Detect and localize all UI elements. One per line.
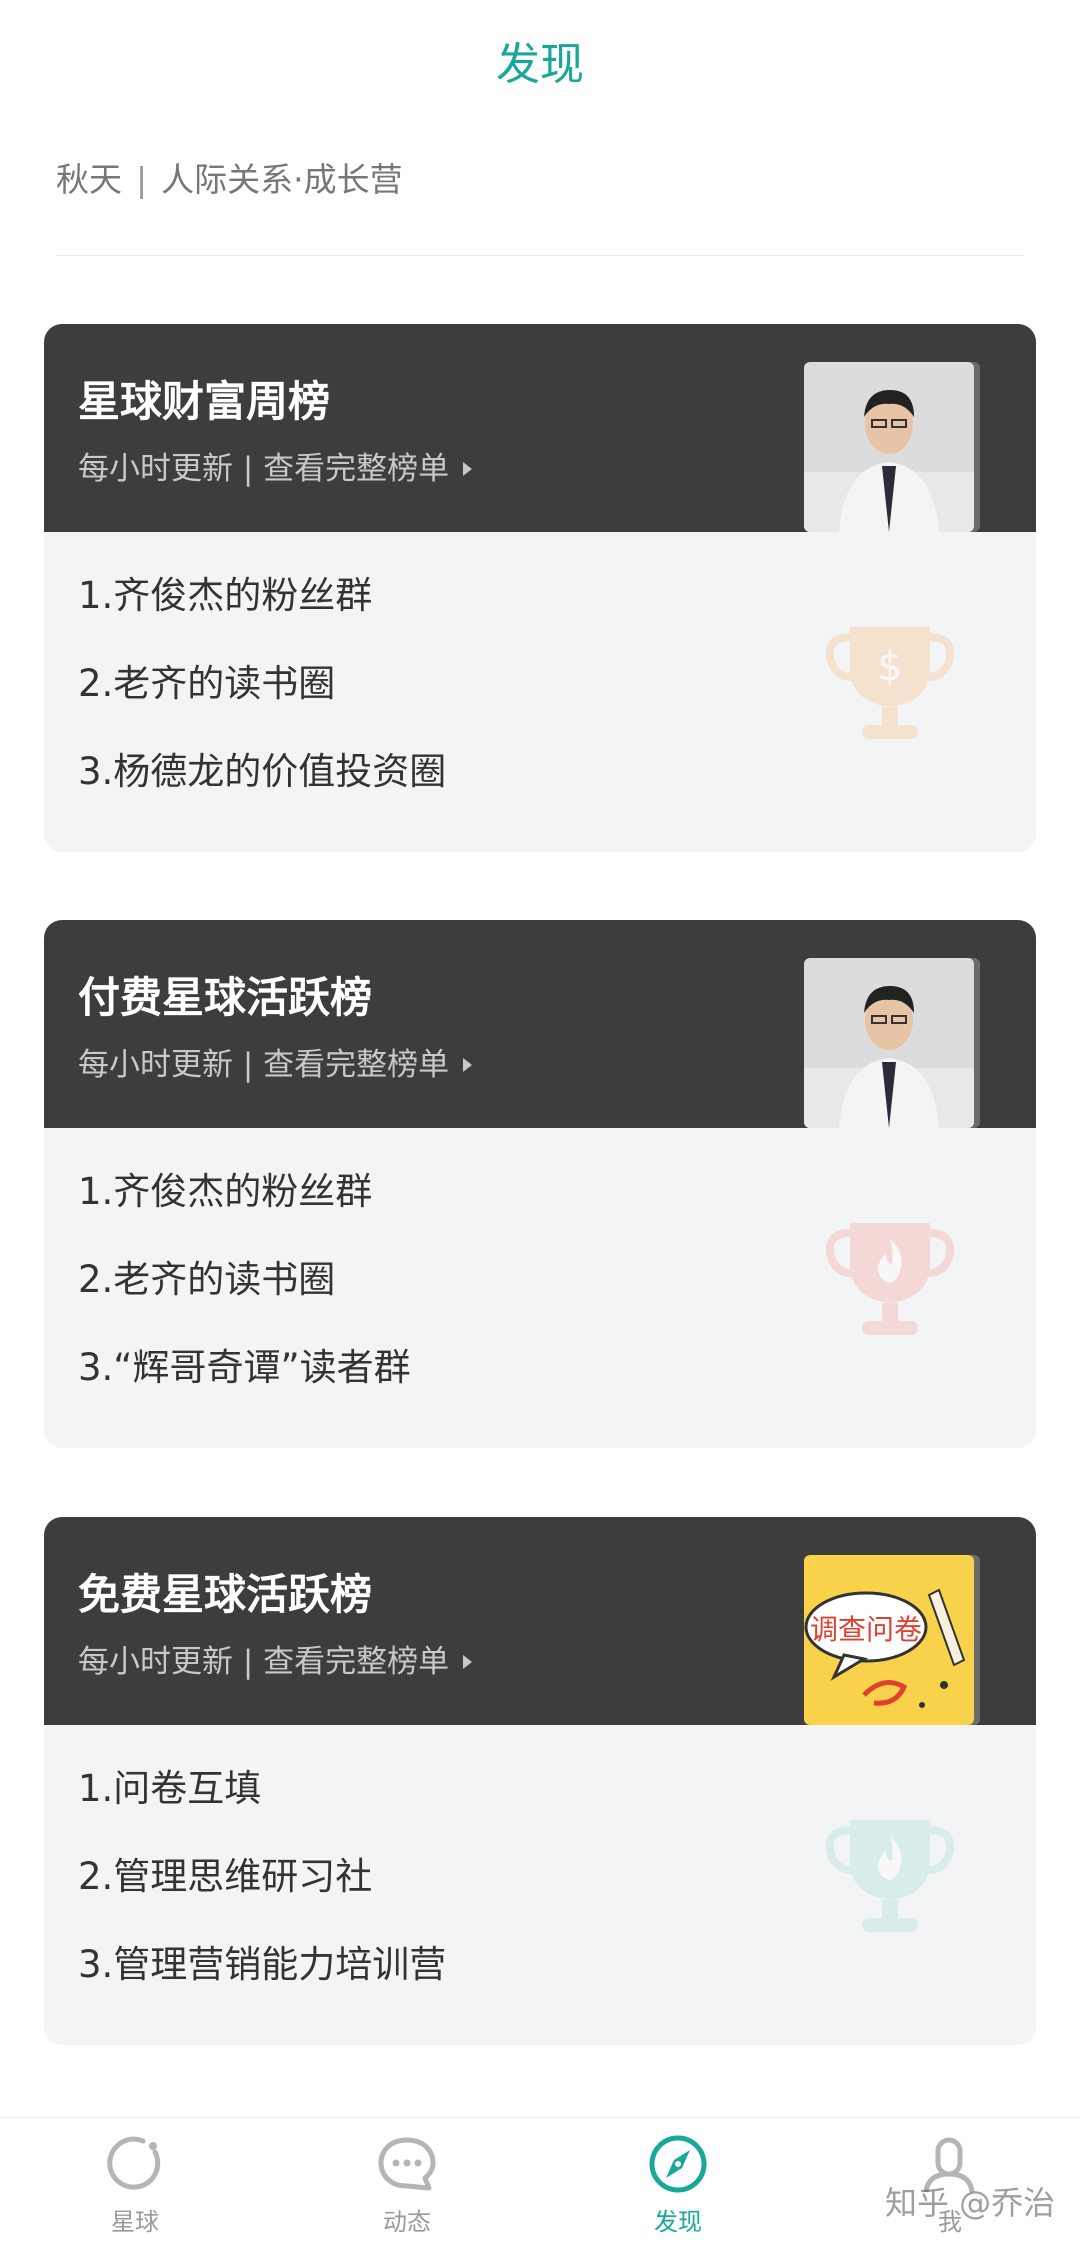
list-item[interactable]: 2.老齐的读书圈 (78, 640, 446, 728)
dollar-trophy-icon: $ (825, 627, 955, 739)
card-header[interactable]: 星球财富周榜 每小时更新 | 查看完整榜单 (44, 324, 1036, 532)
watermark: 知乎 @乔治 (885, 2184, 1056, 2222)
top-circle-avatar[interactable] (804, 958, 974, 1128)
caret-right-icon (463, 462, 473, 476)
view-full-list-link[interactable]: 每小时更新 | 查看完整榜单 (78, 446, 473, 492)
breadcrumb-separator: | (136, 160, 148, 199)
breadcrumb-circle[interactable]: 人际关系·成长营 (161, 160, 403, 199)
card-subtitle: 每小时更新 | 查看完整榜单 (78, 1047, 450, 1083)
card-title: 付费星球活跃榜 (78, 973, 373, 1022)
list-item[interactable]: 2.老齐的读书圈 (78, 1236, 411, 1324)
svg-text:$: $ (877, 644, 902, 690)
list-item[interactable]: 1.齐俊杰的粉丝群 (78, 1148, 411, 1236)
list-item[interactable]: 3.“辉哥奇谭”读者群 (78, 1324, 411, 1412)
survey-illustration-icon: 调查问卷 (804, 1555, 974, 1725)
page-title: 发现 (496, 39, 584, 90)
flame-trophy-icon (825, 1820, 955, 1932)
compass-icon (649, 2135, 707, 2193)
person-photo-icon (804, 958, 974, 1128)
view-full-list-link[interactable]: 每小时更新 | 查看完整榜单 (78, 1639, 473, 1685)
tab-label: 发现 (654, 2208, 702, 2236)
top-circle-avatar[interactable]: 调查问卷 (804, 1555, 974, 1725)
tab-label: 星球 (111, 2208, 159, 2236)
caret-right-icon (463, 1058, 473, 1072)
flame-trophy-icon (825, 1223, 955, 1335)
list-item[interactable]: 3.管理营销能力培训营 (78, 1921, 446, 2009)
tab-discover[interactable]: 发现 (603, 2132, 753, 2237)
list-item[interactable]: 1.齐俊杰的粉丝群 (78, 552, 446, 640)
svg-text:调查问卷: 调查问卷 (810, 1613, 922, 1646)
ranking-card-paid-active[interactable]: 付费星球活跃榜 每小时更新 | 查看完整榜单 1.齐俊杰的粉丝群 2.老齐的读书… (44, 920, 1036, 1448)
caret-right-icon (463, 1655, 473, 1669)
tab-feed[interactable]: 动态 (332, 2132, 482, 2237)
card-title: 星球财富周榜 (78, 377, 331, 426)
breadcrumb-user[interactable]: 秋天 (56, 160, 122, 199)
chat-bubble-icon (378, 2137, 436, 2191)
ranking-list: 1.问卷互填 2.管理思维研习社 3.管理营销能力培训营 (78, 1745, 446, 2009)
tab-label: 动态 (383, 2208, 431, 2236)
card-header[interactable]: 免费星球活跃榜 每小时更新 | 查看完整榜单 调查问卷 (44, 1517, 1036, 1725)
list-item[interactable]: 3.杨德龙的价值投资圈 (78, 728, 446, 816)
list-item[interactable]: 2.管理思维研习社 (78, 1833, 446, 1921)
card-subtitle: 每小时更新 | 查看完整榜单 (78, 1644, 450, 1680)
list-item[interactable]: 1.问卷互填 (78, 1745, 446, 1833)
view-full-list-link[interactable]: 每小时更新 | 查看完整榜单 (78, 1042, 473, 1088)
person-photo-icon (804, 362, 974, 532)
card-header[interactable]: 付费星球活跃榜 每小时更新 | 查看完整榜单 (44, 920, 1036, 1128)
ranking-list: 1.齐俊杰的粉丝群 2.老齐的读书圈 3.杨德龙的价值投资圈 (78, 552, 446, 816)
tab-planet[interactable]: 星球 (60, 2132, 210, 2237)
planet-icon (107, 2136, 161, 2190)
top-circle-avatar[interactable] (804, 362, 974, 532)
card-subtitle: 每小时更新 | 查看完整榜单 (78, 451, 450, 487)
ranking-list: 1.齐俊杰的粉丝群 2.老齐的读书圈 3.“辉哥奇谭”读者群 (78, 1148, 411, 1412)
ranking-card-free-active[interactable]: 免费星球活跃榜 每小时更新 | 查看完整榜单 调查问卷 1.问卷互填 2.管理思… (44, 1517, 1036, 2045)
breadcrumb: 秋天 | 人际关系·成长营 (56, 150, 403, 210)
header-divider (56, 255, 1024, 256)
card-title: 免费星球活跃榜 (78, 1570, 373, 1619)
ranking-card-wealth[interactable]: 星球财富周榜 每小时更新 | 查看完整榜单 1.齐俊杰的粉丝群 2.老齐的读书圈… (44, 324, 1036, 852)
